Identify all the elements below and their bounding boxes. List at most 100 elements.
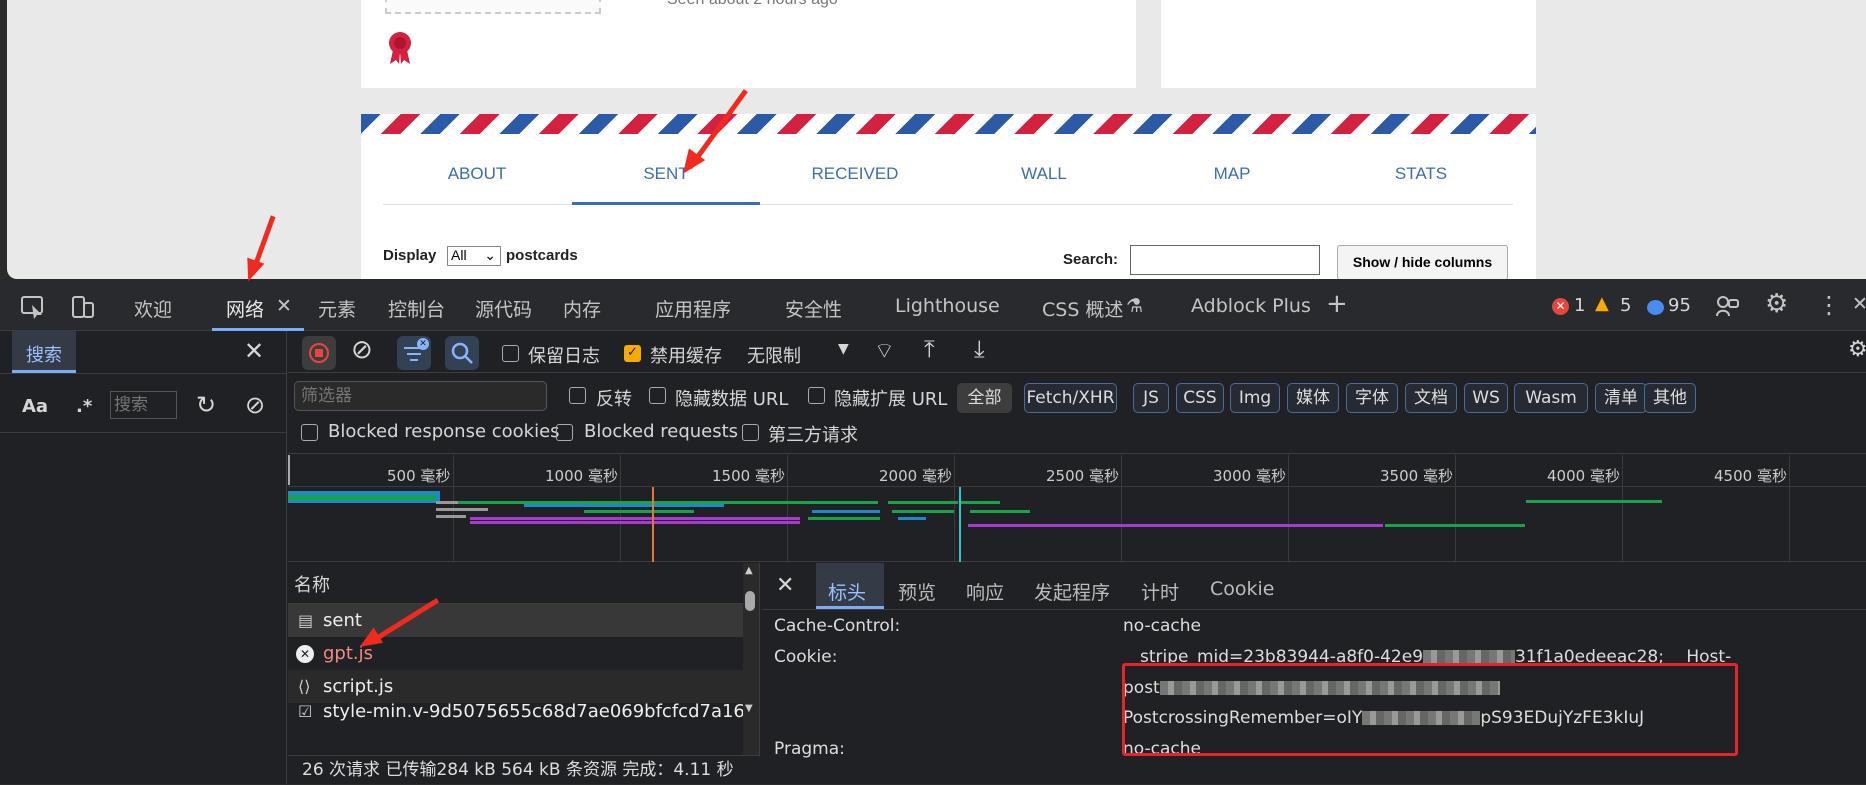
tick-label: 1000 毫秒 bbox=[545, 467, 618, 485]
tick-label: 2000 毫秒 bbox=[879, 467, 952, 485]
devtools-tab-css-overview[interactable]: CSS 概述 bbox=[1042, 295, 1123, 322]
detail-tab-headers[interactable]: 标头 bbox=[828, 578, 866, 605]
timeline-start-marker bbox=[288, 455, 290, 485]
disable-cache-label: 禁用缓存 bbox=[650, 346, 722, 367]
clear-log-icon[interactable]: ⊘ bbox=[351, 335, 373, 365]
message-count[interactable]: 95 bbox=[1668, 295, 1691, 316]
close-devtools-icon[interactable]: ✕ bbox=[1852, 293, 1866, 315]
clear-icon[interactable]: ⊘ bbox=[245, 391, 265, 419]
filter-ws[interactable]: WS bbox=[1464, 383, 1508, 413]
close-icon[interactable]: ✕ bbox=[276, 295, 292, 317]
request-row-style[interactable]: ☑ style-min.v-9d5075655c68d7ae069bfcfcd7a… bbox=[288, 703, 743, 721]
search-icon[interactable] bbox=[445, 336, 479, 370]
error-count[interactable]: 1 bbox=[1574, 295, 1585, 316]
devtools-tab-lighthouse[interactable]: Lighthouse bbox=[895, 295, 1000, 317]
detail-tab-response[interactable]: 响应 bbox=[966, 578, 1004, 605]
match-case-button[interactable]: Aa bbox=[22, 396, 48, 417]
filter-doc[interactable]: 文档 bbox=[1405, 383, 1457, 413]
filter-wasm[interactable]: Wasm bbox=[1514, 383, 1588, 413]
tab-received[interactable]: RECEIVED bbox=[761, 164, 949, 184]
request-list-scrollbar[interactable]: ▲ ▼ bbox=[743, 563, 759, 763]
search-input[interactable] bbox=[1130, 245, 1320, 275]
filter-js[interactable]: JS bbox=[1133, 383, 1169, 413]
devtools-tab-welcome[interactable]: 欢迎 bbox=[134, 295, 172, 322]
hide-data-url-checkbox[interactable] bbox=[649, 387, 666, 404]
flask-icon: ⚗ bbox=[1126, 295, 1144, 317]
timeline-bar bbox=[470, 517, 800, 520]
show-hide-columns-button[interactable]: Show / hide columns bbox=[1337, 245, 1508, 280]
inspect-element-icon[interactable] bbox=[20, 294, 46, 320]
tab-wall[interactable]: WALL bbox=[950, 164, 1138, 184]
filter-css[interactable]: CSS bbox=[1176, 383, 1224, 413]
throttling-select[interactable]: 无限制 bbox=[747, 342, 801, 368]
search-pane-title[interactable]: 搜索 bbox=[26, 341, 62, 367]
tick-label: 4500 毫秒 bbox=[1714, 467, 1787, 485]
import-har-icon[interactable]: ⤒ bbox=[924, 335, 935, 363]
invert-checkbox[interactable] bbox=[569, 387, 586, 404]
hide-extension-url-checkbox[interactable] bbox=[808, 387, 825, 404]
timeline-bar bbox=[960, 501, 1000, 504]
error-icon[interactable]: ✕ bbox=[1552, 298, 1569, 315]
refresh-icon[interactable]: ↻ bbox=[196, 391, 216, 419]
search-pane-input[interactable] bbox=[110, 391, 177, 419]
filter-font[interactable]: 字体 bbox=[1346, 383, 1398, 413]
filter-img[interactable]: Img bbox=[1230, 383, 1280, 413]
devtools-tab-application[interactable]: 应用程序 bbox=[655, 295, 731, 322]
devtools-tab-network[interactable]: 网络 bbox=[226, 295, 264, 322]
filter-input[interactable] bbox=[294, 381, 547, 411]
detail-tab-initiator[interactable]: 发起程序 bbox=[1034, 578, 1110, 605]
detail-tab-preview[interactable]: 预览 bbox=[898, 578, 936, 605]
more-options-icon[interactable]: ⋮ bbox=[1817, 291, 1841, 319]
filter-all[interactable]: 全部 bbox=[957, 383, 1012, 413]
display-select[interactable]: All ⌄ bbox=[447, 246, 501, 266]
export-har-icon[interactable]: ⤓ bbox=[974, 335, 985, 363]
divider bbox=[0, 373, 287, 374]
warning-count[interactable]: 5 bbox=[1620, 295, 1631, 316]
name-column-header[interactable]: 名称 bbox=[294, 571, 330, 597]
preserve-log-label: 保留日志 bbox=[528, 346, 600, 367]
blocked-requests-checkbox[interactable] bbox=[556, 424, 573, 441]
tab-map[interactable]: MAP bbox=[1138, 164, 1326, 184]
issues-feedback-icon[interactable] bbox=[1714, 294, 1740, 320]
chevron-down-icon[interactable]: ▼ bbox=[838, 341, 849, 357]
request-row-sent[interactable]: ▤ sent bbox=[288, 604, 743, 637]
devtools-tab-adblock[interactable]: Adblock Plus bbox=[1191, 295, 1311, 317]
preserve-log-checkbox[interactable] bbox=[502, 345, 519, 362]
tab-sent[interactable]: SENT bbox=[572, 164, 760, 184]
devtools-tab-sources[interactable]: 源代码 bbox=[475, 295, 532, 322]
request-row-script[interactable]: ⟨⟩ script.js bbox=[288, 670, 743, 703]
network-settings-icon[interactable]: ⚙ bbox=[1848, 337, 1866, 362]
record-button[interactable] bbox=[302, 336, 336, 370]
tab-stats[interactable]: STATS bbox=[1327, 164, 1515, 184]
filter-manifest[interactable]: 清单 bbox=[1595, 383, 1647, 413]
devtools-tab-security[interactable]: 安全性 bbox=[785, 295, 842, 322]
filter-media[interactable]: 媒体 bbox=[1287, 383, 1339, 413]
devtools-tab-console[interactable]: 控制台 bbox=[388, 295, 445, 322]
message-icon[interactable] bbox=[1647, 300, 1664, 315]
search-label: Search: bbox=[1063, 251, 1119, 268]
close-details-icon[interactable]: ✕ bbox=[776, 573, 794, 598]
regex-button[interactable]: .* bbox=[76, 396, 92, 417]
tab-about[interactable]: ABOUT bbox=[383, 164, 571, 184]
filter-toggle-icon[interactable]: ✕ bbox=[397, 336, 431, 370]
filter-fetch-xhr[interactable]: Fetch/XHR bbox=[1024, 383, 1117, 413]
airmail-stripe bbox=[361, 114, 1536, 134]
warning-icon[interactable]: ▲ bbox=[1595, 293, 1609, 314]
devtools-tab-elements[interactable]: 元素 bbox=[318, 295, 356, 322]
close-search-icon[interactable]: ✕ bbox=[244, 337, 264, 365]
blocked-cookies-checkbox[interactable] bbox=[301, 424, 318, 441]
timeline-bar bbox=[288, 495, 436, 500]
third-party-checkbox[interactable] bbox=[742, 424, 759, 441]
detail-tab-cookie[interactable]: Cookie bbox=[1210, 578, 1275, 600]
detail-tab-timing[interactable]: 计时 bbox=[1141, 578, 1179, 605]
dom-content-loaded-marker bbox=[652, 487, 654, 562]
network-timeline[interactable]: 500 毫秒 1000 毫秒 1500 毫秒 2000 毫秒 2500 毫秒 3… bbox=[288, 455, 1866, 562]
add-tab-icon[interactable]: + bbox=[1326, 289, 1348, 319]
tick-label: 500 毫秒 bbox=[387, 467, 451, 485]
network-conditions-icon[interactable]: ⌔ bbox=[874, 337, 895, 365]
gear-icon[interactable]: ⚙ bbox=[1765, 289, 1788, 319]
filter-other[interactable]: 其他 bbox=[1644, 383, 1696, 413]
disable-cache-checkbox[interactable]: ✓ bbox=[624, 345, 641, 362]
devtools-tab-memory[interactable]: 内存 bbox=[563, 295, 601, 322]
device-toolbar-icon[interactable] bbox=[70, 294, 96, 320]
